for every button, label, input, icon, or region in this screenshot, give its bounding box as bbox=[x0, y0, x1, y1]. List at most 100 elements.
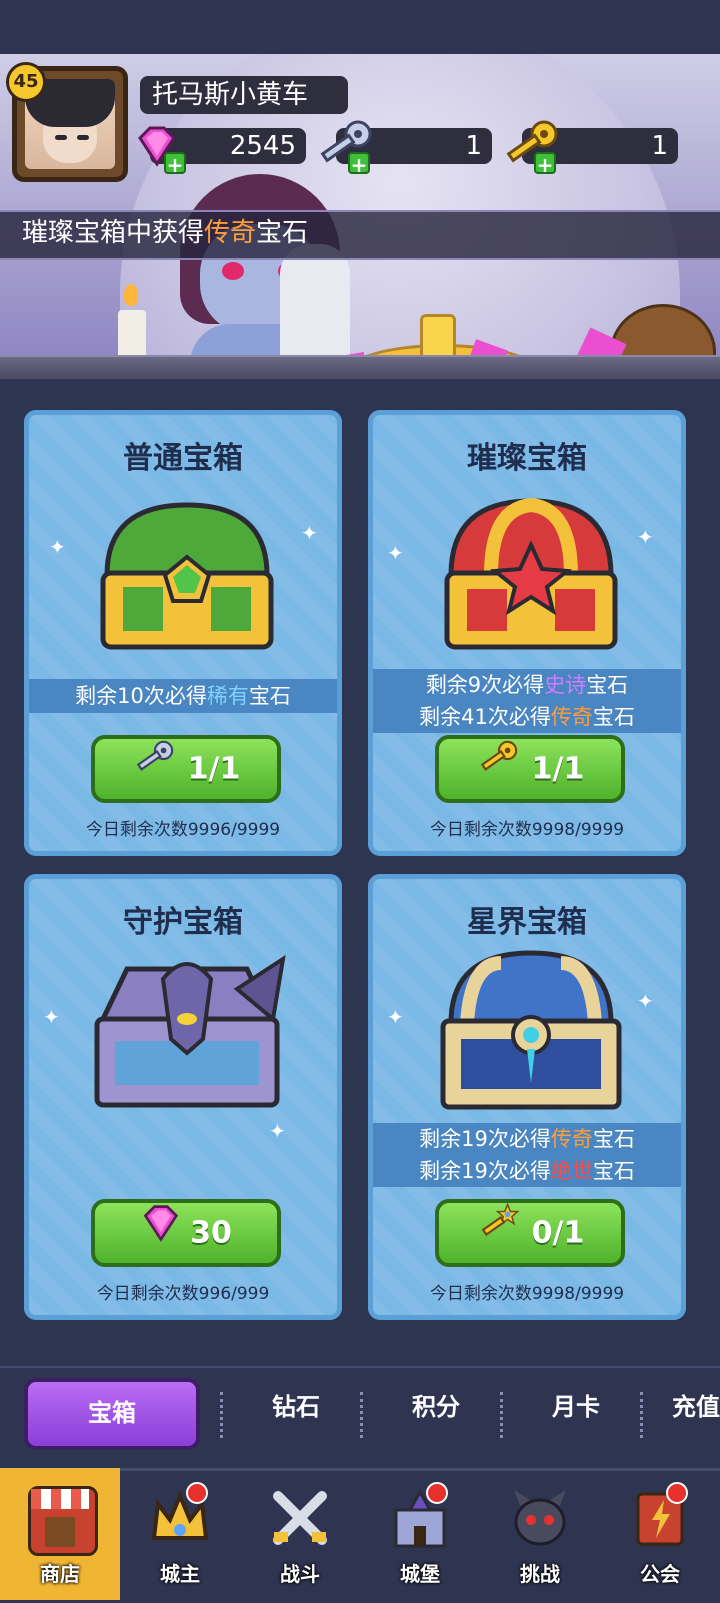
nav-battle[interactable]: 战斗 bbox=[240, 1468, 360, 1600]
tab-monthly-card[interactable]: 月卡 bbox=[516, 1385, 636, 1429]
sparkle-icon: ✦ bbox=[301, 521, 318, 545]
chest-card-brilliant: 璀璨宝箱 ✦ ✦ 剩余9次必得史诗宝石 剩余41次必得传奇宝石 1/1 今日剩余… bbox=[368, 410, 686, 856]
button-cost: 30 bbox=[190, 1215, 232, 1251]
tab-separator bbox=[640, 1392, 647, 1438]
tab-diamonds[interactable]: 钻石 bbox=[236, 1385, 356, 1429]
pity-line-peerless: 剩余19次必得绝世宝石 bbox=[373, 1155, 681, 1187]
nav-label: 商店 bbox=[40, 1562, 80, 1586]
guardian-chest-icon bbox=[87, 949, 287, 1109]
open-chest-button[interactable]: 1/1 bbox=[91, 735, 281, 803]
pity-line-legendary: 剩余19次必得传奇宝石 bbox=[373, 1123, 681, 1155]
announcement-highlight: 传奇 bbox=[204, 218, 257, 248]
pity-text-rarity: 稀有 bbox=[206, 684, 249, 708]
chest-title: 星界宝箱 bbox=[467, 905, 587, 940]
notification-badge bbox=[426, 1482, 448, 1504]
button-cost: 0/1 bbox=[531, 1215, 585, 1251]
demon-icon bbox=[508, 1486, 572, 1550]
swords-icon bbox=[268, 1486, 332, 1550]
nav-shop[interactable]: 商店 bbox=[0, 1468, 120, 1600]
open-chest-button[interactable]: 0/1 bbox=[435, 1199, 625, 1267]
pity-text-rarity: 史诗 bbox=[544, 673, 587, 697]
announcement-suffix: 宝石 bbox=[256, 218, 309, 248]
open-chest-button[interactable]: 30 bbox=[91, 1199, 281, 1267]
pity-text-post: 宝石 bbox=[592, 1127, 635, 1151]
nav-challenge[interactable]: 挑战 bbox=[480, 1468, 600, 1600]
add-gold-keys-button[interactable]: + bbox=[534, 152, 556, 176]
open-chest-button[interactable]: 1/1 bbox=[435, 735, 625, 803]
nav-castle[interactable]: 城堡 bbox=[360, 1468, 480, 1600]
silver-key-icon bbox=[132, 739, 178, 800]
pity-text-rarity: 传奇 bbox=[550, 1127, 593, 1151]
tab-separator bbox=[360, 1392, 367, 1438]
sparkle-icon: ✦ bbox=[637, 525, 654, 549]
pity-text-pre: 剩余19次必得 bbox=[419, 1127, 551, 1151]
nav-label: 挑战 bbox=[520, 1562, 560, 1586]
chest-card-astral: 星界宝箱 ✦ ✦ 剩余19次必得传奇宝石 剩余19次必得绝世宝石 0/1 今日剩… bbox=[368, 874, 686, 1320]
pity-text-post: 宝石 bbox=[586, 673, 629, 697]
pity-text-post: 宝石 bbox=[592, 1159, 635, 1183]
nav-lord[interactable]: 城主 bbox=[120, 1468, 240, 1600]
button-cost: 1/1 bbox=[531, 751, 585, 787]
brilliant-chest-icon bbox=[431, 495, 631, 655]
add-gems-button[interactable]: + bbox=[164, 152, 186, 176]
pity-line-legendary: 剩余41次必得传奇宝石 bbox=[373, 701, 681, 733]
pity-text-pre: 剩余9次必得 bbox=[425, 673, 545, 697]
status-bar bbox=[0, 0, 720, 54]
sparkle-icon: ✦ bbox=[387, 541, 404, 565]
avatar-eye bbox=[55, 135, 67, 140]
star-key-icon bbox=[476, 1202, 522, 1264]
tab-points[interactable]: 积分 bbox=[376, 1385, 496, 1429]
pity-info-band: 剩余10次必得稀有宝石 bbox=[29, 679, 337, 713]
pity-text-pre: 剩余10次必得 bbox=[75, 684, 207, 708]
nav-label: 城堡 bbox=[400, 1562, 440, 1586]
tab-chests[interactable]: 宝箱 bbox=[24, 1378, 200, 1450]
announcement-prefix: 璀璨宝箱中获得 bbox=[22, 218, 205, 248]
shelf bbox=[0, 355, 720, 379]
nav-label: 公会 bbox=[640, 1562, 680, 1586]
chest-title: 守护宝箱 bbox=[123, 905, 243, 940]
daily-remaining: 今日剩余次数9996/9999 bbox=[85, 820, 281, 840]
nav-label: 战斗 bbox=[280, 1562, 320, 1586]
daily-remaining: 今日剩余次数996/999 bbox=[96, 1284, 270, 1304]
pity-text-pre: 剩余19次必得 bbox=[419, 1159, 551, 1183]
daily-remaining: 今日剩余次数9998/9999 bbox=[429, 820, 625, 840]
pity-text-rarity: 传奇 bbox=[550, 705, 593, 729]
candle-icon bbox=[112, 284, 152, 360]
avatar-eye bbox=[77, 135, 89, 140]
sparkle-icon: ✦ bbox=[637, 989, 654, 1013]
tab-recharge[interactable]: 充值 bbox=[672, 1385, 720, 1429]
pity-text-post: 宝石 bbox=[248, 684, 291, 708]
nav-guild[interactable]: 公会 bbox=[600, 1468, 720, 1600]
gem-icon bbox=[140, 1203, 180, 1264]
chest-card-normal: 普通宝箱 ✦ ✦ 剩余10次必得稀有宝石 1/1 今日剩余次数9996/9999 bbox=[24, 410, 342, 856]
player-name: 托马斯小黄车 bbox=[140, 76, 348, 114]
astral-chest-icon bbox=[431, 943, 631, 1110]
normal-chest-icon bbox=[87, 495, 287, 655]
add-silver-keys-button[interactable]: + bbox=[348, 152, 370, 176]
chest-title: 普通宝箱 bbox=[123, 441, 243, 476]
gold-key-icon bbox=[476, 739, 522, 800]
notification-badge bbox=[666, 1482, 688, 1504]
pity-text-rarity: 绝世 bbox=[550, 1159, 593, 1183]
tab-separator bbox=[500, 1392, 507, 1438]
sparkle-icon: ✦ bbox=[49, 535, 66, 559]
daily-remaining: 今日剩余次数9998/9999 bbox=[429, 1284, 625, 1304]
pity-info-band: 剩余9次必得史诗宝石 剩余41次必得传奇宝石 bbox=[373, 669, 681, 733]
notification-badge bbox=[186, 1482, 208, 1504]
shop-icon bbox=[28, 1486, 98, 1556]
nav-label: 城主 bbox=[160, 1562, 200, 1586]
tab-separator bbox=[220, 1392, 227, 1438]
announcement-text: 璀璨宝箱中获得传奇宝石 bbox=[22, 210, 308, 256]
button-cost: 1/1 bbox=[187, 751, 241, 787]
pity-line-epic: 剩余9次必得史诗宝石 bbox=[373, 669, 681, 701]
pity-info-band: 剩余19次必得传奇宝石 剩余19次必得绝世宝石 bbox=[373, 1123, 681, 1187]
player-level-badge: 45 bbox=[6, 62, 46, 102]
pity-text-post: 宝石 bbox=[592, 705, 635, 729]
sparkle-icon: ✦ bbox=[43, 1005, 60, 1029]
gold-pile-illustration bbox=[320, 304, 560, 360]
sparkle-icon: ✦ bbox=[387, 1005, 404, 1029]
chest-title: 璀璨宝箱 bbox=[467, 441, 587, 476]
pity-text-pre: 剩余41次必得 bbox=[419, 705, 551, 729]
chest-card-guardian: 守护宝箱 ✦ ✦ 30 今日剩余次数996/999 bbox=[24, 874, 342, 1320]
treasure-bag-illustration bbox=[573, 284, 716, 360]
